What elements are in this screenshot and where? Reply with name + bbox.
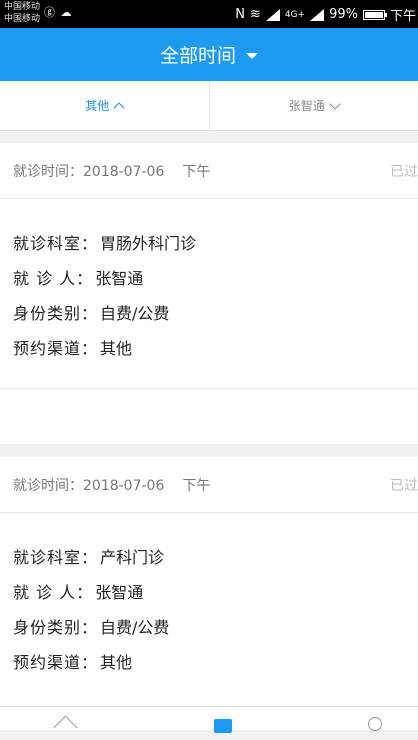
signal-icon bbox=[266, 9, 280, 21]
filter-patient[interactable]: 张智通 bbox=[210, 81, 418, 130]
carrier-1: 中国移动 bbox=[4, 1, 40, 13]
card-footer bbox=[0, 388, 418, 444]
filter-channel-label: 其他 bbox=[85, 97, 109, 114]
card-body: 就诊科室：胃肠外科门诊 就 诊 人：张智通 身份类别：自费/公费 预约渠道：其他 bbox=[0, 199, 418, 364]
carrier-info: 中国移动 中国移动 bbox=[4, 1, 40, 25]
card-header: 就诊时间：2018-07-06 下午 已过 bbox=[0, 457, 418, 513]
time-filter-header[interactable]: 全部时间 bbox=[0, 28, 418, 81]
status-badge: 已过 bbox=[390, 475, 418, 495]
chevron-up-icon bbox=[114, 102, 125, 113]
battery-percent: 99% bbox=[329, 7, 358, 22]
caret-down-icon bbox=[246, 53, 258, 59]
department-row: 就诊科室：胃肠外科门诊 bbox=[0, 224, 418, 259]
bottom-nav bbox=[0, 706, 418, 730]
identity-row: 身份类别：自费/公费 bbox=[0, 294, 418, 329]
visit-time-label: 就诊时间：2018-07-06 bbox=[13, 161, 164, 181]
patient-row: 就 诊 人：张智通 bbox=[0, 573, 418, 608]
department-row: 就诊科室：产科门诊 bbox=[0, 538, 418, 573]
page-title: 全部时间 bbox=[160, 41, 236, 68]
notification-icons: ⓖ ☁ bbox=[44, 4, 73, 20]
nfc-icon: N bbox=[235, 7, 245, 22]
network-type: 4G+ bbox=[285, 10, 305, 20]
visit-period: 下午 bbox=[182, 475, 210, 495]
filter-channel[interactable]: 其他 bbox=[0, 81, 210, 130]
channel-row: 预约渠道：其他 bbox=[0, 329, 418, 364]
signal-icon-2 bbox=[310, 9, 324, 21]
clipboard-icon[interactable] bbox=[214, 719, 232, 733]
appointment-card[interactable]: 就诊时间：2018-07-06 下午 已过 就诊科室：胃肠外科门诊 就 诊 人：… bbox=[0, 143, 418, 388]
channel-row: 预约渠道：其他 bbox=[0, 643, 418, 678]
card-body: 就诊科室：产科门诊 就 诊 人：张智通 身份类别：自费/公费 预约渠道：其他 bbox=[0, 513, 418, 678]
visit-time-label: 就诊时间：2018-07-06 bbox=[13, 475, 164, 495]
status-right: N ≋ 4G+ 99% 下午 bbox=[235, 5, 416, 24]
wifi-icon: ≋ bbox=[250, 7, 261, 22]
chevron-down-icon bbox=[329, 98, 340, 109]
battery-icon bbox=[363, 10, 385, 20]
status-bar: 中国移动 中国移动 ⓖ ☁ N ≋ 4G+ 99% 下午 bbox=[0, 0, 418, 28]
identity-row: 身份类别：自费/公费 bbox=[0, 608, 418, 643]
home-icon[interactable] bbox=[53, 715, 77, 739]
status-badge: 已过 bbox=[390, 161, 418, 181]
filter-bar: 其他 张智通 bbox=[0, 81, 418, 131]
clock: 下午 bbox=[390, 5, 416, 24]
filter-patient-label: 张智通 bbox=[289, 97, 325, 114]
carrier-2: 中国移动 bbox=[4, 13, 40, 25]
card-header: 就诊时间：2018-07-06 下午 已过 bbox=[0, 143, 418, 199]
patient-row: 就 诊 人：张智通 bbox=[0, 259, 418, 294]
visit-period: 下午 bbox=[182, 161, 210, 181]
appointment-card[interactable]: 就诊时间：2018-07-06 下午 已过 就诊科室：产科门诊 就 诊 人：张智… bbox=[0, 457, 418, 706]
